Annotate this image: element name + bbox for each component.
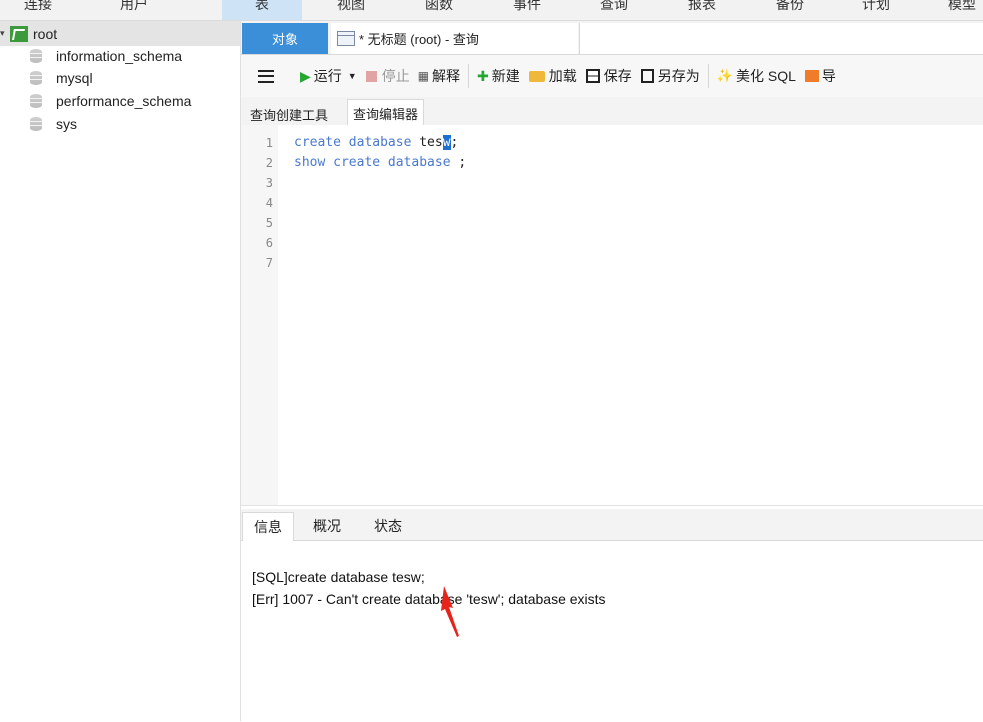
nav-backup[interactable]: 备份 <box>776 0 804 14</box>
export-label: 导 <box>821 68 836 84</box>
tab-query[interactable]: * 无标题 (root) - 查询 <box>331 23 578 54</box>
nav-schedule[interactable]: 计划 <box>862 0 890 14</box>
stop-button[interactable]: 停止 <box>365 55 410 97</box>
sql-terminator: ; <box>450 155 467 170</box>
database-item[interactable]: mysql <box>30 67 93 89</box>
toolbar-separator <box>468 64 470 88</box>
tabbar-empty-area <box>579 23 983 54</box>
sql-editor[interactable]: 1 2 3 4 5 6 7 create database tesw; show… <box>241 125 983 505</box>
annotation-arrow-icon <box>441 586 459 637</box>
beautify-sql-button[interactable]: ✨ 美化 SQL <box>717 55 796 97</box>
line-number: 7 <box>265 256 273 270</box>
tab-objects[interactable]: 对象 <box>242 23 328 54</box>
new-button[interactable]: ✚ 新建 <box>477 55 520 97</box>
magic-wand-icon: ✨ <box>716 68 733 83</box>
save-button[interactable]: 保存 <box>585 55 632 97</box>
run-label: 运行 <box>313 68 342 84</box>
nav-reports[interactable]: 报表 <box>688 0 716 14</box>
database-item[interactable]: sys <box>30 113 77 135</box>
connection-sidebar: ▾ root information_schema mysql performa… <box>0 21 241 721</box>
nav-queries[interactable]: 查询 <box>600 0 628 14</box>
explain-icon: ▦ <box>417 69 430 83</box>
line-number: 3 <box>265 176 273 190</box>
result-panel: 信息 概况 状态 [SQL]create database tesw; [Err… <box>241 505 983 722</box>
query-tab-title: * 无标题 (root) - 查询 <box>359 32 479 47</box>
play-icon: ▶ <box>300 67 311 84</box>
line-number: 2 <box>265 156 273 170</box>
folder-icon <box>528 70 545 82</box>
load-label: 加载 <box>548 68 577 84</box>
tab-query-editor[interactable]: 查询编辑器 <box>347 99 425 126</box>
stop-label: 停止 <box>381 68 410 84</box>
code-line-2[interactable]: show create database ; <box>294 153 466 173</box>
result-tabs: 信息 概况 状态 <box>241 509 983 541</box>
main-area: 对象 * 无标题 (root) - 查询 ▶ 运行 ▼ 停止 ▦ 解释 ✚ 新建… <box>241 21 983 722</box>
save-label: 保存 <box>603 68 632 84</box>
database-name: mysql <box>56 70 93 86</box>
toolbar-separator <box>707 64 709 88</box>
tab-query-builder[interactable]: 查询创建工具 <box>245 101 333 127</box>
save-as-label: 另存为 <box>657 68 700 84</box>
code-line-1[interactable]: create database tesw; <box>294 133 458 153</box>
sql-keyword: create database <box>294 135 412 150</box>
mysql-connection-icon <box>10 25 28 42</box>
query-table-icon <box>337 31 355 46</box>
nav-functions[interactable]: 函数 <box>425 0 453 14</box>
database-icon <box>30 94 42 108</box>
document-tabbar: 对象 * 无标题 (root) - 查询 <box>241 21 983 55</box>
database-name: information_schema <box>56 48 183 64</box>
nav-model[interactable]: 模型 <box>948 0 976 14</box>
editor-subtabs: 查询创建工具 查询编辑器 <box>241 97 983 126</box>
line-number: 5 <box>265 216 273 230</box>
line-number: 1 <box>265 136 273 150</box>
menu-icon[interactable] <box>258 69 274 83</box>
text-selection: w <box>442 135 451 150</box>
nav-tables[interactable]: 表 <box>222 0 302 20</box>
connection-name: root <box>33 25 58 42</box>
database-name: performance_schema <box>56 93 192 109</box>
save-as-button[interactable]: 另存为 <box>640 55 700 97</box>
sql-identifier: tes <box>419 135 443 150</box>
load-button[interactable]: 加载 <box>528 55 577 97</box>
database-item[interactable]: performance_schema <box>30 90 191 112</box>
database-name: sys <box>56 116 77 132</box>
expand-arrow-icon[interactable]: ▾ <box>0 28 10 39</box>
export-icon <box>804 70 819 82</box>
save-icon <box>585 69 600 83</box>
new-label: 新建 <box>491 68 520 84</box>
nav-views[interactable]: 视图 <box>337 0 365 14</box>
query-toolbar: ▶ 运行 ▼ 停止 ▦ 解释 ✚ 新建 加载 保存 另存为 ✨ 美化 SQL 导 <box>241 55 983 97</box>
save-as-icon <box>640 69 654 83</box>
explain-button[interactable]: ▦ 解释 <box>418 55 460 97</box>
stop-icon <box>365 70 377 82</box>
nav-users[interactable]: 用户 <box>120 0 148 14</box>
run-button[interactable]: ▶ 运行 ▼ <box>300 55 357 97</box>
error-message-line: [Err] 1007 - Can't create database 'tesw… <box>252 591 606 607</box>
sql-keyword: show create database <box>294 155 451 170</box>
sql-terminator: ; <box>450 135 459 150</box>
line-number: 4 <box>265 196 273 210</box>
connection-root[interactable]: ▾ root <box>0 21 240 46</box>
export-button[interactable]: 导 <box>804 55 836 97</box>
sql-message-line: [SQL]create database tesw; <box>252 569 425 585</box>
nav-events[interactable]: 事件 <box>513 0 541 14</box>
new-query-icon: ✚ <box>477 67 489 84</box>
top-navigation: 连接 用户 表 视图 函数 事件 查询 报表 备份 计划 模型 <box>0 0 983 21</box>
database-icon <box>30 71 42 85</box>
tab-overview[interactable]: 概况 <box>301 512 353 540</box>
database-item[interactable]: information_schema <box>30 45 182 67</box>
run-dropdown-icon[interactable]: ▼ <box>348 71 357 81</box>
database-icon <box>30 49 42 63</box>
tab-info[interactable]: 信息 <box>242 512 294 541</box>
line-number-gutter: 1 2 3 4 5 6 7 <box>241 125 278 505</box>
nav-connect[interactable]: 连接 <box>24 0 52 14</box>
explain-label: 解释 <box>432 68 461 84</box>
tab-status[interactable]: 状态 <box>363 512 413 540</box>
database-icon <box>30 117 42 131</box>
line-number: 6 <box>265 236 273 250</box>
beautify-label: 美化 SQL <box>735 68 796 84</box>
